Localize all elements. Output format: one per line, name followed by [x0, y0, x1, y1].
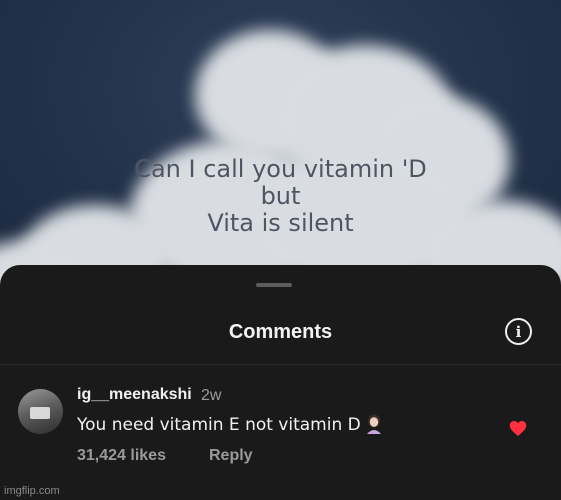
info-icon[interactable]: i: [505, 318, 532, 345]
caption-line: Can I call you vitamin 'D: [134, 155, 427, 183]
video-background: Can I call you vitamin 'D but Vita is si…: [0, 0, 561, 290]
comment-text-row: You need vitamin E not vitamin D: [77, 412, 385, 439]
avatar[interactable]: [18, 389, 63, 434]
sheet-title: Comments: [228, 321, 333, 343]
video-caption: Can I call you vitamin 'D but Vita is si…: [0, 156, 561, 237]
sheet-drag-handle[interactable]: [256, 283, 292, 287]
watermark: imgflip.com: [4, 485, 60, 497]
comments-sheet: Comments i ig__meenakshi 2w You need vit…: [0, 265, 561, 500]
comment-text: You need vitamin E not vitamin D: [77, 415, 361, 435]
heart-icon[interactable]: [509, 420, 527, 437]
avatar-image-detail: [30, 407, 50, 419]
divider: [0, 364, 561, 365]
comment-likes[interactable]: 31,424 likes: [77, 447, 166, 465]
caption-line: but: [260, 182, 301, 210]
comment-username[interactable]: ig__meenakshi: [77, 386, 192, 404]
reply-button[interactable]: Reply: [209, 447, 253, 465]
woman-facepalming-emoji-icon: [363, 412, 385, 439]
comment-item: ig__meenakshi 2w You need vitamin E not …: [0, 383, 561, 473]
comment-time: 2w: [201, 387, 222, 404]
caption-line: Vita is silent: [207, 209, 354, 237]
